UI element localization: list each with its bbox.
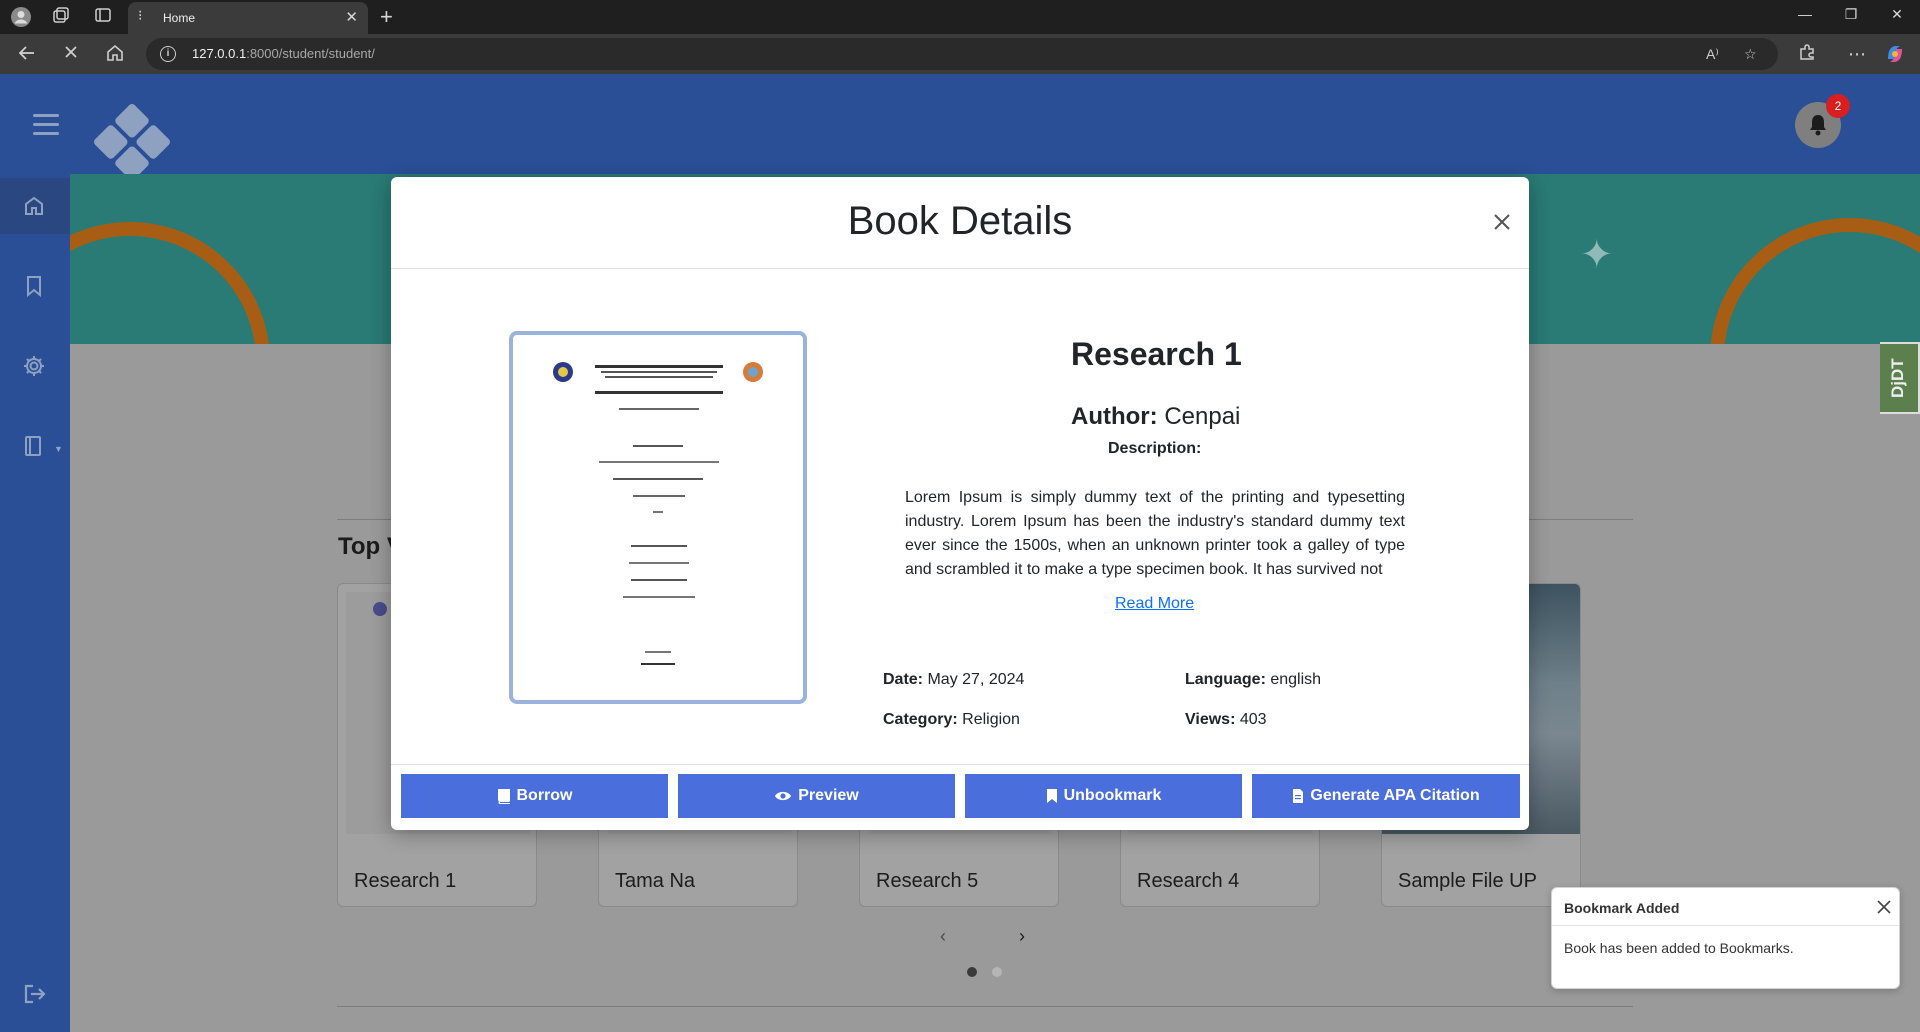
- url-text[interactable]: 127.0.0.1:8000/student/student/: [192, 46, 375, 61]
- book-card-title: Tama Na: [615, 870, 696, 892]
- tab-home[interactable]: ⁝ Home ✕: [128, 2, 368, 34]
- author-label: Author:: [1071, 403, 1158, 430]
- modal-close-icon[interactable]: [1491, 211, 1513, 233]
- book-date: Date: May 27, 2024: [883, 671, 1024, 689]
- restore-icon[interactable]: ❐: [1836, 6, 1866, 23]
- sidebar-item-home[interactable]: [0, 178, 70, 234]
- date-value: May 27, 2024: [927, 671, 1025, 688]
- language-label: Language:: [1185, 671, 1266, 688]
- home-icon[interactable]: [104, 43, 126, 65]
- notification-count-badge: 2: [1826, 94, 1850, 118]
- logout-icon: [24, 984, 46, 1004]
- book-card-title: Research 5: [876, 870, 979, 892]
- tab-actions-icon[interactable]: [92, 6, 114, 28]
- eye-icon: [775, 791, 792, 801]
- unbookmark-button[interactable]: Unbookmark: [965, 774, 1242, 818]
- rainbow-decoration-right: [1652, 174, 1920, 344]
- carousel-prev-button[interactable]: ‹: [940, 926, 946, 947]
- copilot-icon[interactable]: [1884, 43, 1906, 65]
- citation-label: Generate APA Citation: [1310, 787, 1480, 804]
- carousel-dot[interactable]: [992, 967, 1002, 977]
- borrow-button[interactable]: Borrow: [401, 774, 668, 818]
- url-host: 127.0.0.1: [192, 46, 247, 61]
- section-divider: [337, 1006, 1633, 1007]
- book-title: Research 1: [1071, 336, 1242, 372]
- site-info-icon[interactable]: i: [160, 46, 176, 62]
- window-close-icon[interactable]: ✕: [1882, 6, 1912, 23]
- favorite-star-icon[interactable]: ☆: [1744, 46, 1757, 63]
- url-path: :8000/student/student/: [246, 46, 375, 61]
- book-card-title: Research 4: [1137, 870, 1240, 892]
- modal-title: Book Details: [847, 199, 1073, 243]
- language-value: english: [1270, 671, 1322, 688]
- sidebar-item-library[interactable]: ▼: [0, 418, 70, 474]
- category-label: Category:: [883, 711, 958, 728]
- category-value: Religion: [962, 711, 1020, 728]
- bookmark-toast: Bookmark Added Book has been added to Bo…: [1551, 887, 1900, 989]
- stop-loading-icon[interactable]: [60, 43, 82, 65]
- views-label: Views:: [1185, 711, 1236, 728]
- toast-close-icon[interactable]: [1876, 899, 1892, 915]
- carousel-next-button[interactable]: ›: [1019, 926, 1025, 947]
- chevron-down-icon: ▼: [54, 444, 63, 454]
- debug-toolbar-handle[interactable]: DjDT: [1880, 342, 1920, 414]
- preview-button[interactable]: Preview: [678, 774, 955, 818]
- tab-title: Home: [163, 11, 196, 25]
- views-value: 403: [1239, 711, 1267, 728]
- sidebar-item-bookmarks[interactable]: [0, 258, 70, 314]
- borrow-label: Borrow: [516, 787, 573, 804]
- new-tab-icon[interactable]: +: [380, 4, 393, 30]
- modal-footer: Borrow Preview Unbookmark Generate APA C…: [391, 764, 1529, 830]
- app-header: 2: [0, 74, 1920, 180]
- browser-tab-bar: ⁝ Home ✕ + — ❐ ✕: [0, 0, 1920, 34]
- home-icon: [25, 196, 43, 215]
- gear-icon: [24, 356, 44, 376]
- bookmark-icon: [1046, 789, 1057, 803]
- workspaces-icon[interactable]: [50, 6, 72, 28]
- toast-header: Bookmark Added: [1552, 888, 1899, 926]
- description-text: Lorem Ipsum is simply dummy text of the …: [905, 489, 1405, 578]
- profile-icon[interactable]: [10, 6, 32, 28]
- document-icon: [1293, 789, 1304, 803]
- toast-title: Bookmark Added: [1564, 900, 1680, 916]
- preview-label: Preview: [798, 787, 859, 804]
- more-options-icon[interactable]: ⋯: [1846, 43, 1868, 65]
- sidebar-item-logout[interactable]: [0, 966, 70, 1022]
- generate-citation-button[interactable]: Generate APA Citation: [1252, 774, 1520, 818]
- book-author: Author: Cenpai: [1071, 403, 1240, 431]
- book-icon: [25, 436, 41, 456]
- modal-header: Book Details: [391, 177, 1529, 269]
- rainbow-decoration-left: [70, 174, 328, 344]
- back-icon[interactable]: [16, 43, 38, 65]
- book-views: Views: 403: [1185, 711, 1267, 729]
- sidebar-item-settings[interactable]: [0, 338, 70, 394]
- book-category: Category: Religion: [883, 711, 1020, 729]
- description-label: Description:: [1108, 440, 1202, 457]
- book-icon: [497, 789, 510, 804]
- extensions-icon[interactable]: [1796, 43, 1818, 65]
- app-root: 2 ▼ ✦ DjDT Top V Research 1 Tama Na Rese…: [0, 74, 1920, 1032]
- read-aloud-icon[interactable]: A⁾: [1706, 46, 1719, 63]
- tab-close-icon[interactable]: ✕: [345, 8, 358, 26]
- date-label: Date:: [883, 671, 924, 688]
- hamburger-menu-icon[interactable]: [33, 114, 59, 135]
- document-cover-icon: [553, 362, 763, 665]
- tab-loading-icon: ⁝: [138, 7, 143, 23]
- toast-body: Book has been added to Bookmarks.: [1564, 940, 1794, 956]
- read-more-link[interactable]: Read More: [1115, 595, 1194, 613]
- book-card-title: Research 1: [354, 870, 457, 892]
- bookmark-icon: [27, 276, 41, 298]
- unbookmark-label: Unbookmark: [1063, 787, 1162, 804]
- minimize-icon[interactable]: —: [1790, 6, 1820, 22]
- book-details-modal: Book Details Research 1 Author: Cenpai D…: [391, 177, 1529, 830]
- author-name: Cenpai: [1164, 403, 1241, 430]
- book-language: Language: english: [1185, 671, 1321, 689]
- carousel-dot-active[interactable]: [967, 967, 977, 977]
- sparkle-icon: ✦: [1580, 233, 1614, 277]
- book-card-title: Sample File UP: [1398, 870, 1537, 892]
- address-bar[interactable]: i 127.0.0.1:8000/student/student/ A⁾ ☆: [146, 38, 1778, 70]
- book-cover-preview: [509, 331, 807, 704]
- browser-nav-bar: i 127.0.0.1:8000/student/student/ A⁾ ☆ ⋯: [0, 34, 1920, 74]
- sidebar: ▼: [0, 174, 70, 1032]
